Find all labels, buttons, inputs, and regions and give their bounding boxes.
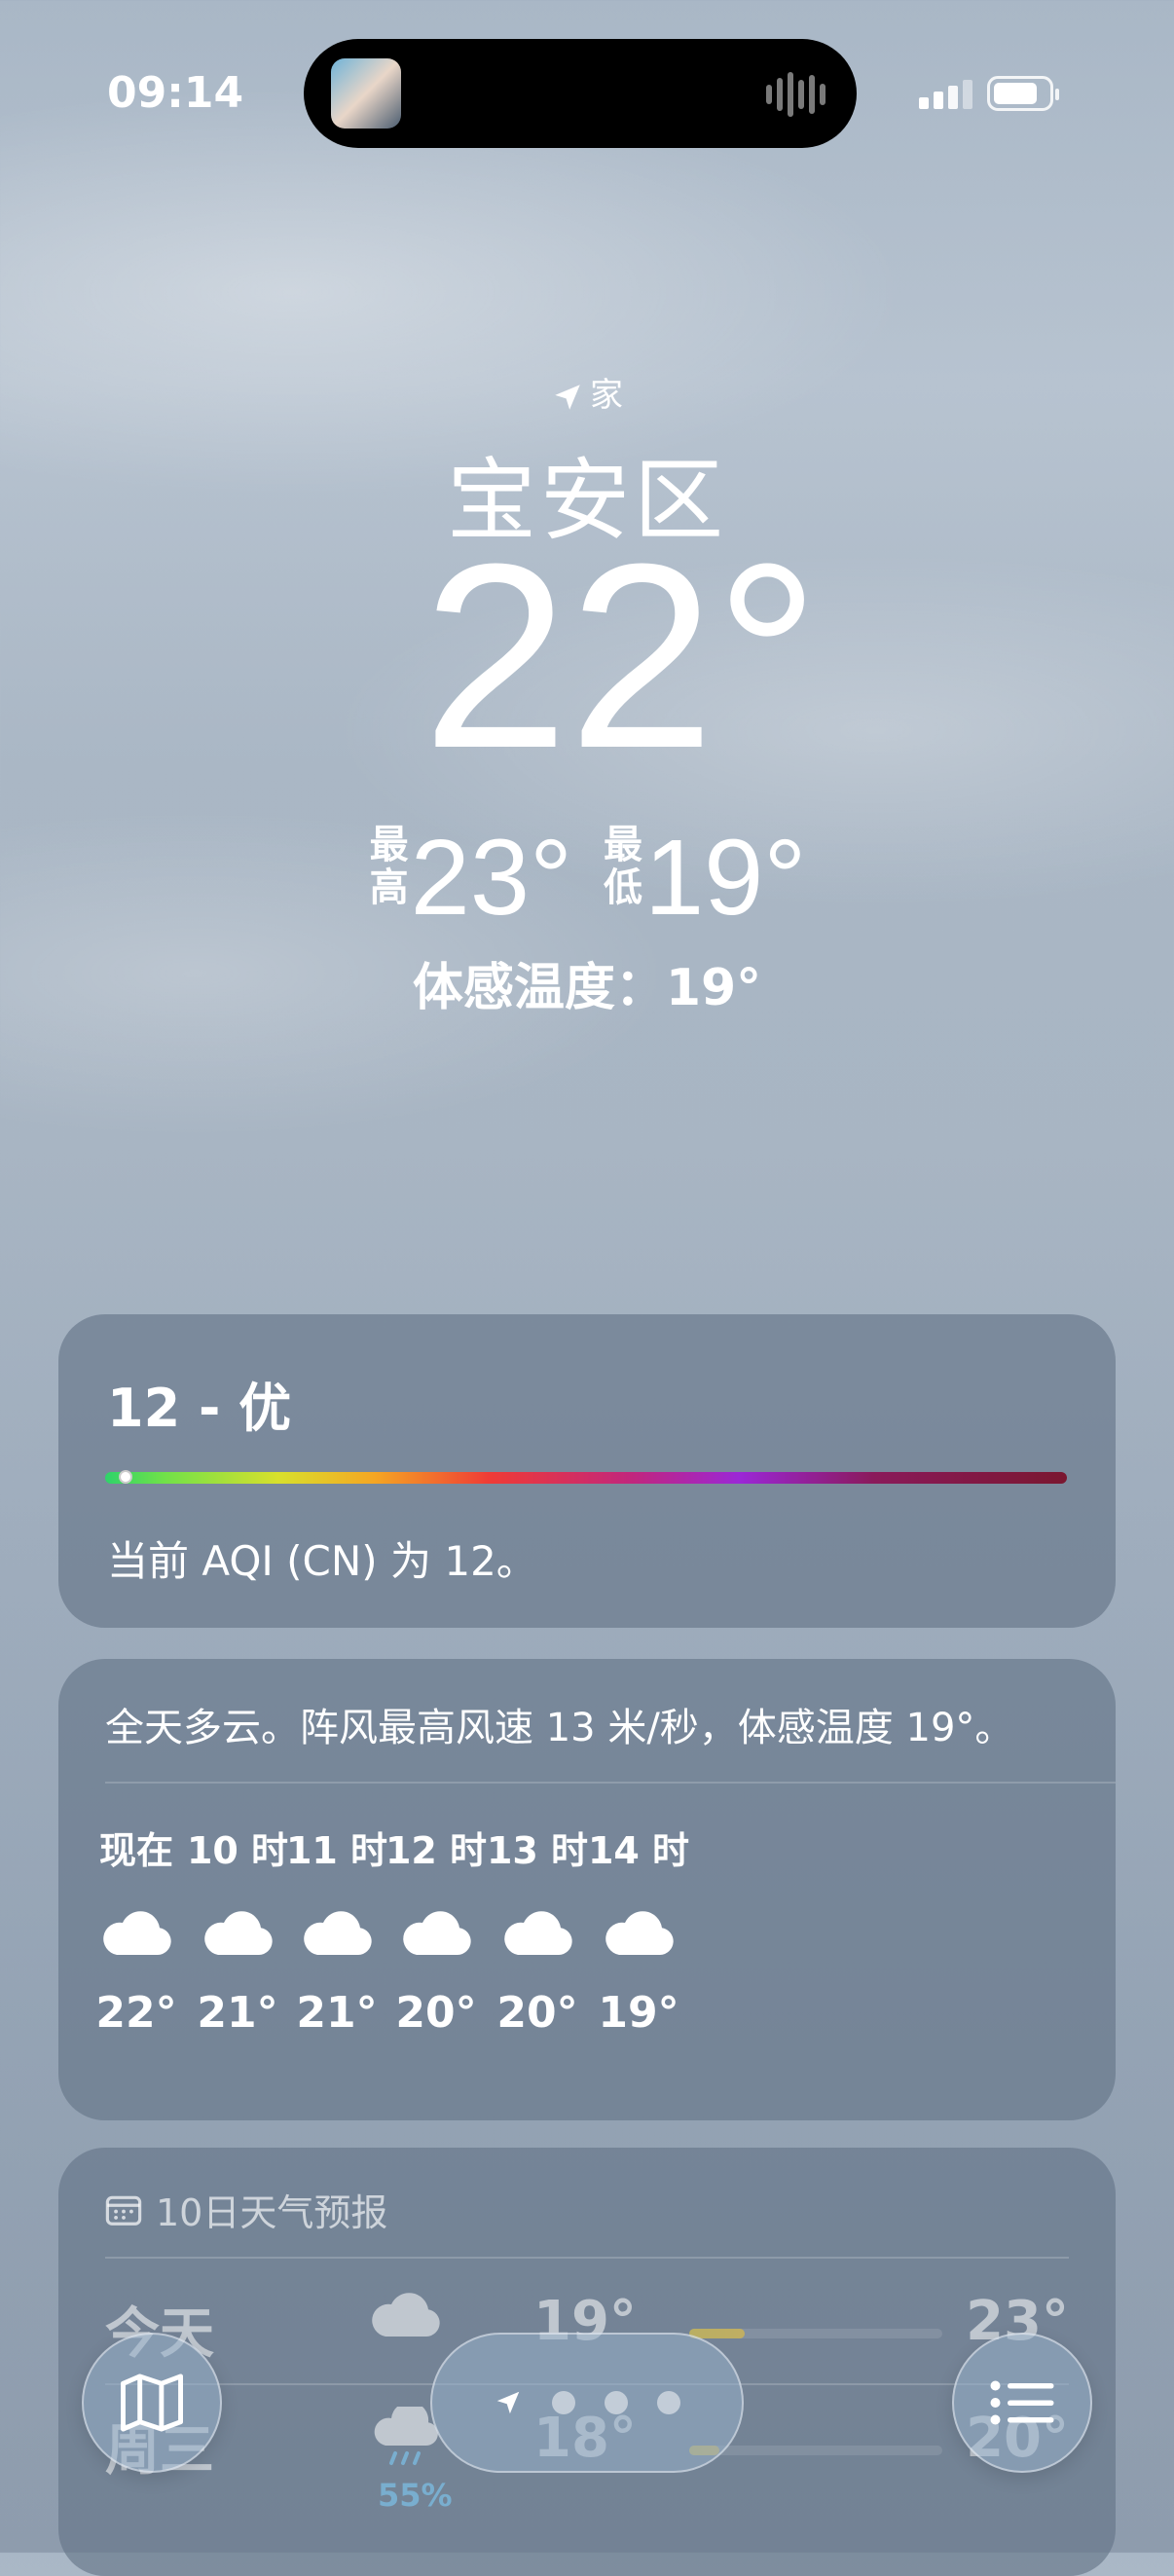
current-temperature: 22° xyxy=(422,510,821,803)
divider xyxy=(105,1782,1116,1784)
hour-temp: 19° xyxy=(598,1988,679,2038)
cloud-icon xyxy=(304,1911,372,1955)
city-list-button[interactable] xyxy=(952,2333,1092,2473)
hour-time: 14 时 xyxy=(587,1829,690,1872)
audio-waveform-icon xyxy=(766,72,825,117)
status-time: 09:14 xyxy=(107,68,244,118)
aqi-description: 当前 AQI (CN) 为 12。 xyxy=(107,1537,537,1585)
now-playing-artwork[interactable] xyxy=(331,58,401,129)
page-dot[interactable] xyxy=(605,2391,628,2414)
precip-chance: 55% xyxy=(378,2477,453,2514)
high-temp: 23° xyxy=(410,818,572,938)
aqi-value: 12 - 优 xyxy=(107,1378,292,1439)
ten-day-header: 10日天气预报 xyxy=(105,2183,387,2236)
high-label: 最高 xyxy=(369,823,409,910)
temp-range-bar xyxy=(689,2329,942,2338)
map-button[interactable] xyxy=(82,2333,222,2473)
forecast-summary: 全天多云。阵风最高风速 13 米/秒，体感温度 19°。 xyxy=(105,1706,1014,1750)
low-temp: 19° xyxy=(644,818,807,938)
list-icon xyxy=(990,2380,1054,2425)
page-dot[interactable] xyxy=(657,2391,680,2414)
cloud-icon xyxy=(504,1911,572,1955)
dynamic-island[interactable] xyxy=(304,39,857,148)
map-icon xyxy=(120,2374,183,2432)
location-pager[interactable] xyxy=(430,2333,744,2473)
cloud-icon xyxy=(204,1911,273,1955)
low-label: 最低 xyxy=(604,823,642,910)
calendar-icon xyxy=(105,2195,142,2226)
cloud-icon xyxy=(605,1911,674,1955)
high-low-temperature: 最高23° 最低19° xyxy=(0,816,1174,939)
current-location-icon xyxy=(496,2391,520,2414)
divider xyxy=(105,2257,1069,2259)
page-dot[interactable] xyxy=(552,2391,575,2414)
cellular-signal-icon xyxy=(919,80,972,109)
location-arrow-icon xyxy=(555,384,580,410)
current-location-row: 家 xyxy=(0,368,1174,416)
cloud-icon xyxy=(403,1911,471,1955)
aqi-indicator xyxy=(119,1470,132,1484)
ten-day-title: 10日天气预报 xyxy=(156,2191,388,2234)
cloud-icon xyxy=(372,2293,440,2337)
location-tag: 家 xyxy=(590,376,623,415)
cloud-icon xyxy=(103,1911,171,1955)
feels-like: 体感温度：19° xyxy=(412,959,762,1017)
hourly-forecast-card[interactable]: 全天多云。阵风最高风速 13 米/秒，体感温度 19°。 现在 22° 10 时 21… xyxy=(58,1659,1116,2120)
air-quality-card[interactable]: 12 - 优 当前 AQI (CN) 为 12。 xyxy=(58,1314,1116,1628)
aqi-scale-bar xyxy=(105,1470,1067,1484)
battery-icon xyxy=(987,76,1059,111)
hour-column: 14 时 19° xyxy=(570,1821,707,2038)
